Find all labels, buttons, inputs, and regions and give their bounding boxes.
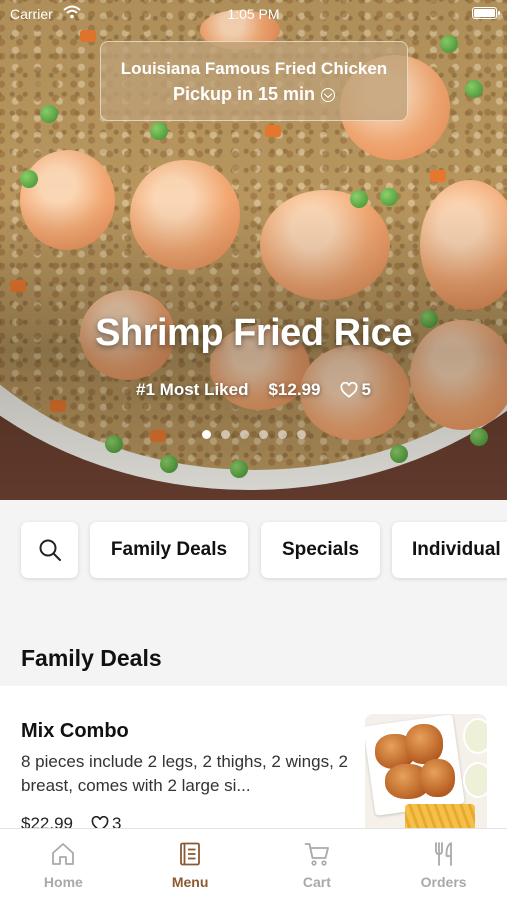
tab-label: Cart: [302, 874, 331, 890]
coleslaw: [463, 762, 487, 798]
page-dot[interactable]: [296, 430, 306, 439]
featured-likes: 5: [340, 380, 371, 400]
menu-book-icon: [180, 842, 201, 866]
tab-menu[interactable]: Menu: [127, 829, 254, 900]
featured-badge: #1 Most Liked: [136, 380, 249, 399]
search-button[interactable]: [21, 522, 78, 578]
cart-icon: [304, 843, 329, 866]
coleslaw: [463, 718, 487, 754]
tab-label: Home: [43, 874, 83, 890]
fried-chicken: [405, 724, 443, 764]
featured-title: Shrimp Fried Rice: [95, 312, 412, 354]
clock: 1:05 PM: [227, 6, 280, 22]
store-pickup-card[interactable]: Louisiana Famous Fried Chicken Pickup in…: [100, 41, 408, 121]
tab-home[interactable]: Home: [0, 829, 127, 900]
fork-knife-icon: [434, 842, 452, 866]
menu-item-image: [365, 714, 487, 831]
fried-chicken: [420, 759, 455, 797]
battery-icon: [472, 7, 500, 19]
status-bar: Carrier 1:05 PM: [0, 0, 507, 28]
search-icon: [39, 539, 61, 561]
tab-orders[interactable]: Orders: [380, 829, 507, 900]
tab-cart[interactable]: Cart: [254, 829, 381, 900]
page-dot[interactable]: [277, 430, 287, 439]
page-dot[interactable]: [258, 430, 268, 439]
category-bar: Family Deals Specials Individual: [0, 500, 507, 600]
category-chip-family-deals[interactable]: Family Deals: [90, 522, 248, 578]
featured-price: $12.99: [268, 380, 321, 399]
category-chip-specials[interactable]: Specials: [261, 522, 380, 578]
featured-meta: #1 Most Liked $12.99 5: [0, 380, 507, 400]
heart-icon: [341, 382, 358, 398]
menu-item-card[interactable]: Mix Combo 8 pieces include 2 legs, 2 thi…: [0, 686, 507, 831]
featured-likes-count: 5: [361, 380, 371, 399]
page-dot[interactable]: [220, 430, 230, 439]
fries: [405, 804, 475, 831]
store-name: Louisiana Famous Fried Chicken: [120, 59, 388, 78]
carousel-page-indicator[interactable]: [0, 430, 507, 439]
section-title: Family Deals: [21, 645, 162, 671]
featured-hero[interactable]: Carrier 1:05 PM Louisiana Famous Fried C…: [0, 0, 507, 500]
page-dot[interactable]: [201, 430, 211, 439]
pickup-time: Pickup in 15 min: [101, 84, 407, 105]
menu-item-name: Mix Combo: [21, 720, 129, 742]
tab-bar: Home Menu Cart Orders: [0, 828, 507, 900]
page-dot[interactable]: [239, 430, 249, 439]
tab-label: Menu: [171, 874, 209, 890]
category-chip-individual[interactable]: Individual: [392, 522, 507, 578]
tab-label: Orders: [420, 874, 467, 890]
pickup-label: Pickup in 15 min: [172, 84, 316, 104]
menu-item-description: 8 pieces include 2 legs, 2 thighs, 2 win…: [21, 752, 348, 795]
chevron-down-circle-icon: [321, 87, 336, 102]
home-icon: [52, 843, 75, 865]
